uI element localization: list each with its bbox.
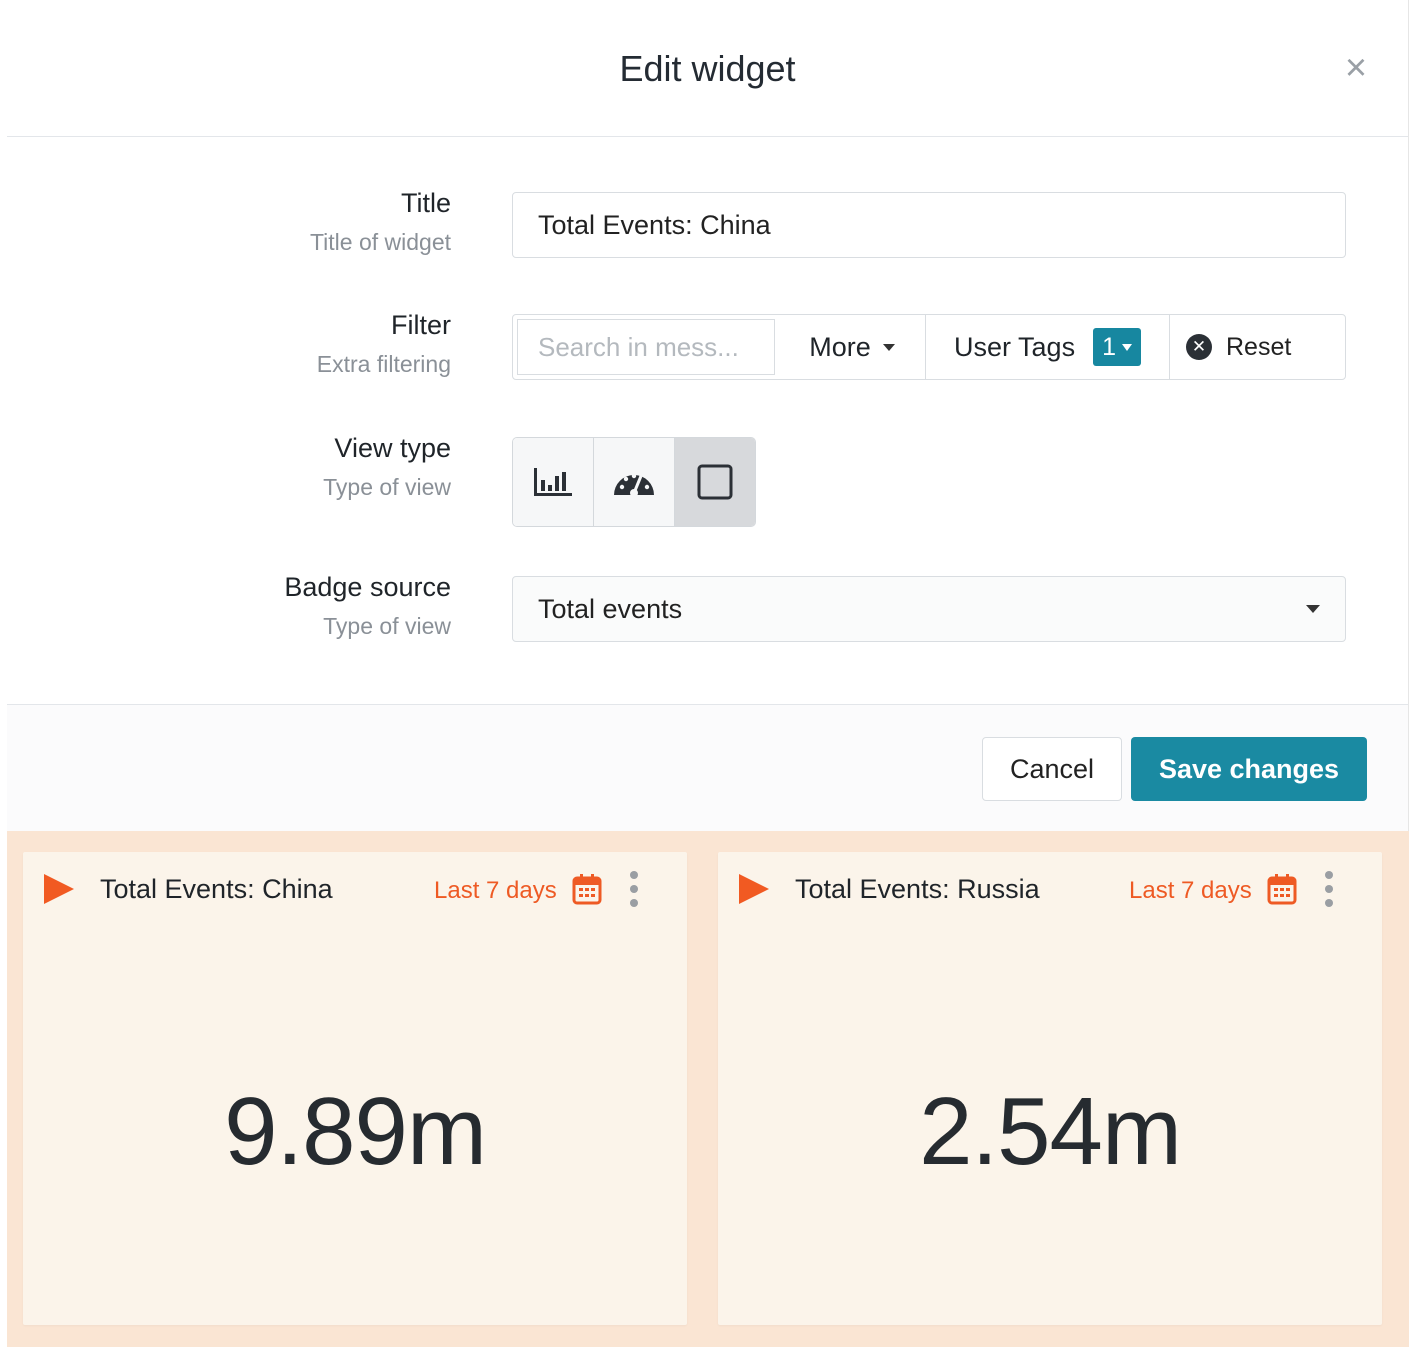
more-options-icon[interactable] (627, 871, 641, 907)
widget-value: 9.89m (224, 1078, 487, 1185)
more-label: More (809, 331, 871, 362)
view-type-gauge-button[interactable] (594, 438, 675, 526)
filter-label: Filter (391, 310, 451, 340)
user-tags-count-badge[interactable]: 1 (1093, 328, 1141, 366)
view-type-badge-button[interactable] (675, 438, 755, 526)
widget-card: Total Events: Russia Last 7 days 2.54m (718, 852, 1382, 1325)
chevron-down-icon (1121, 343, 1132, 351)
badge-source-value: Total events (538, 593, 683, 624)
filter-help-text: Extra filtering (316, 351, 451, 377)
modal-footer: Cancel Save changes (7, 704, 1408, 832)
view-type-help-text: Type of view (323, 474, 451, 500)
view-type-toggle-group (512, 437, 756, 527)
title-input[interactable] (512, 192, 1346, 258)
badge-source-label: Badge source (284, 572, 451, 602)
play-icon[interactable] (739, 874, 769, 904)
more-filters-dropdown[interactable]: More (779, 315, 926, 379)
calendar-icon[interactable] (1267, 873, 1297, 905)
widget-value: 2.54m (919, 1078, 1182, 1185)
title-field-label-group: Title Title of widget (151, 188, 451, 256)
cancel-button[interactable]: Cancel (982, 737, 1122, 801)
chevron-down-icon (1306, 605, 1320, 613)
filter-field-label-group: Filter Extra filtering (151, 310, 451, 378)
gauge-icon (614, 473, 654, 497)
badge-source-help-text: Type of view (323, 613, 451, 639)
dashboard-area: Total Events: China Last 7 days 9.89m To… (7, 831, 1409, 1347)
search-input[interactable] (517, 319, 775, 375)
square-icon (697, 464, 733, 500)
title-label: Title (400, 188, 451, 218)
modal-header: Edit widget × (7, 0, 1408, 137)
widget-title: Total Events: Russia (795, 874, 1040, 904)
title-help-text: Title of widget (309, 229, 451, 255)
badge-source-select[interactable]: Total events (512, 576, 1346, 642)
user-tags-dropdown[interactable]: User Tags 1 (926, 315, 1170, 379)
view-type-chart-button[interactable] (513, 438, 594, 526)
close-icon[interactable]: × (1338, 49, 1374, 87)
modal-title: Edit widget (619, 48, 796, 89)
user-tags-label: User Tags (954, 331, 1076, 362)
more-options-icon[interactable] (1322, 871, 1336, 907)
widget-title: Total Events: China (100, 874, 333, 904)
reset-filter-button[interactable]: ✕ Reset (1170, 315, 1345, 379)
user-tags-count: 1 (1102, 332, 1116, 361)
badge-source-label-group: Badge source Type of view (151, 572, 451, 640)
widget-card: Total Events: China Last 7 days 9.89m (23, 852, 687, 1325)
chevron-down-icon (882, 343, 895, 351)
view-type-label: View type (334, 433, 451, 463)
widget-time-range[interactable]: Last 7 days (1129, 877, 1252, 905)
close-circle-icon: ✕ (1186, 334, 1212, 360)
calendar-icon[interactable] (572, 873, 602, 905)
save-changes-button[interactable]: Save changes (1131, 737, 1367, 801)
widget-time-range[interactable]: Last 7 days (434, 877, 557, 905)
view-type-label-group: View type Type of view (151, 433, 451, 501)
bar-chart-icon (534, 468, 572, 496)
edit-widget-modal: Edit widget × Title Title of widget Filt… (7, 0, 1409, 832)
filter-bar: More User Tags 1 ✕ Reset (512, 314, 1346, 380)
reset-label: Reset (1226, 332, 1292, 361)
play-icon[interactable] (44, 874, 74, 904)
